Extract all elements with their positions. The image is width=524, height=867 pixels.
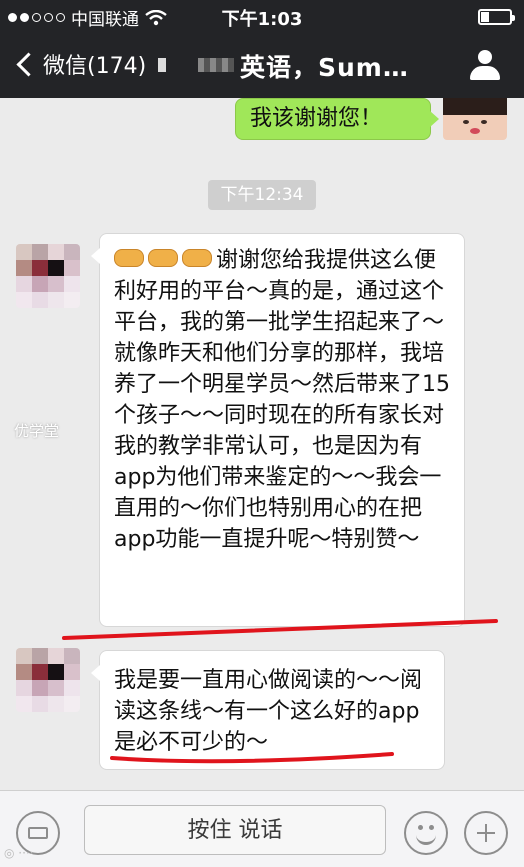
received-message-body: 谢谢您给我提供这么便利好用的平台～真的是，通过这个平台，我的第一批学生招起来了～… xyxy=(114,248,450,552)
message-timestamp: 下午12:34 xyxy=(208,180,316,210)
emoji-icon[interactable] xyxy=(404,811,448,855)
watermark-text: 优学堂 xyxy=(14,422,60,440)
my-avatar[interactable] xyxy=(443,98,507,140)
chat-info-person-icon[interactable] xyxy=(470,50,500,80)
status-time: 下午1:03 xyxy=(221,9,303,30)
bubble-tail xyxy=(91,248,100,264)
chat-title: 英语，Sum… xyxy=(240,53,409,82)
back-label: 微信(174) xyxy=(43,54,147,79)
battery-level xyxy=(481,12,489,22)
contact-avatar[interactable] xyxy=(16,244,80,308)
handshake-emoji xyxy=(148,249,178,267)
hold-to-talk-button[interactable]: 按住 说话 xyxy=(84,805,386,855)
contact-avatar[interactable] xyxy=(16,648,80,712)
chevron-left-icon xyxy=(16,51,41,77)
red-underline-annotation xyxy=(62,619,498,640)
bubble-tail xyxy=(91,665,100,681)
received-message-bubble[interactable]: 谢谢您给我提供这么便利好用的平台～真的是，通过这个平台，我的第一批学生招起来了～… xyxy=(91,233,465,627)
blurred-name-fragment xyxy=(158,58,166,72)
blurred-name-mosaic xyxy=(198,58,234,72)
sent-message-text: 我该谢谢您！ xyxy=(250,106,383,131)
back-button[interactable]: 微信(174) xyxy=(14,48,146,80)
more-plus-icon[interactable] xyxy=(464,811,508,855)
red-underline-annotation xyxy=(110,752,394,764)
chat-header: 微信(174) 英语，Sum… xyxy=(0,34,524,98)
input-bar: 按住 说话 xyxy=(0,790,524,867)
watermark-logo: ◎ ···· xyxy=(4,846,34,860)
message-list[interactable]: 我该谢谢您！ 下午12:34 优学堂 谢谢您给我提供这么便利好用的平台～真的是，… xyxy=(0,98,524,790)
sent-message-bubble[interactable]: 我该谢谢您！ xyxy=(235,98,439,140)
handshake-emoji xyxy=(114,249,144,267)
battery-icon xyxy=(478,9,515,25)
handshake-emoji xyxy=(182,249,212,267)
bubble-tail xyxy=(430,111,439,127)
received-message-text: 谢谢您给我提供这么便利好用的平台～真的是，通过这个平台，我的第一批学生招起来了～… xyxy=(100,234,464,555)
status-bar: 中国联通 下午1:03 xyxy=(0,0,524,34)
